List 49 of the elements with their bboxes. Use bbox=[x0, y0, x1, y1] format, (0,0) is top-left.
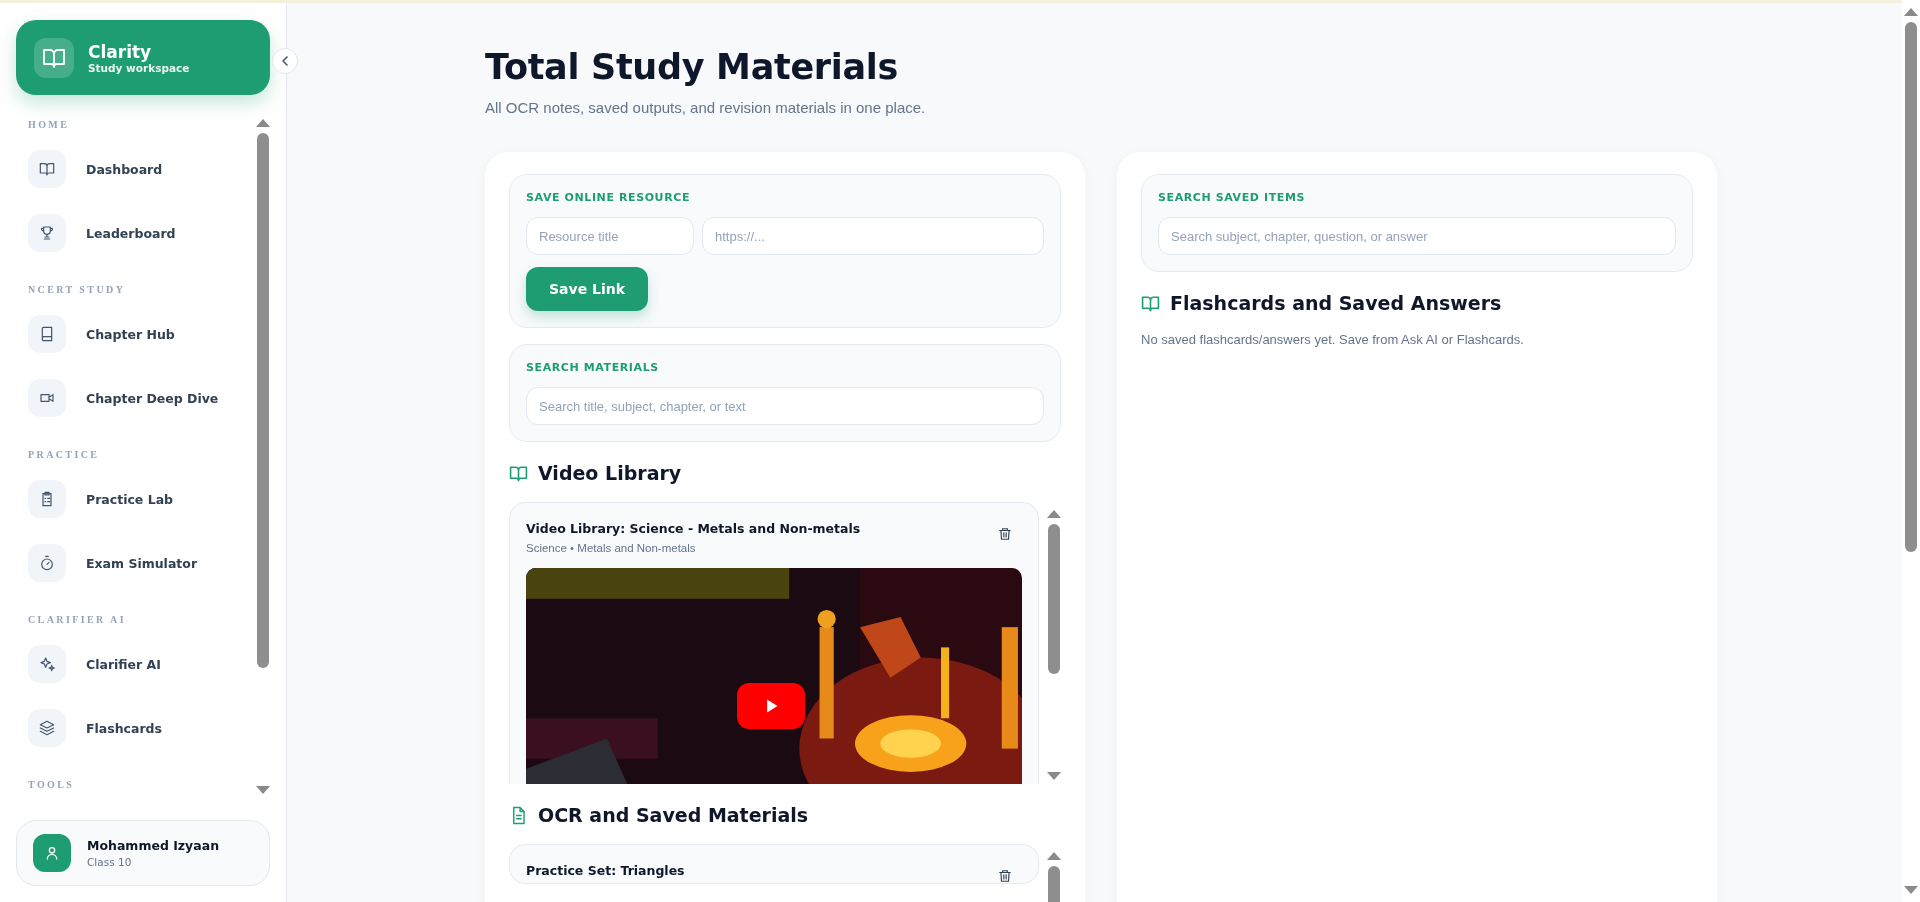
book-icon bbox=[1141, 293, 1160, 313]
app-name: Clarity bbox=[88, 41, 153, 62]
nav-item[interactable]: Chapter Deep Dive bbox=[28, 379, 256, 417]
user-class: Class 10 bbox=[87, 856, 133, 868]
page-subtitle: All OCR notes, saved outputs, and revision materials in one place. bbox=[485, 99, 927, 116]
app-tagline: Study workspace bbox=[88, 61, 190, 74]
item-title: Practice Set: Triangles bbox=[526, 863, 685, 878]
panel-label: SAVE ONLINE RESOURCE bbox=[526, 191, 691, 204]
page-title: Total Study Materials bbox=[485, 47, 900, 87]
panel-label: SEARCH SAVED ITEMS bbox=[1158, 191, 1306, 204]
nav-item[interactable]: Dashboard bbox=[28, 150, 256, 188]
section-label: NCERT STUDY bbox=[28, 284, 127, 295]
book-icon bbox=[39, 161, 55, 177]
panel-label: SEARCH MATERIALS bbox=[526, 361, 660, 374]
nav-item[interactable]: Chapter Hub bbox=[28, 315, 256, 353]
item-title: Video Library: Science - Metals and Non-metals bbox=[526, 521, 861, 536]
section-label: HOME bbox=[28, 119, 71, 130]
search-field[interactable]: Search subject, chapter, question, or answer bbox=[1158, 217, 1676, 255]
nav-item[interactable]: Exam Simulator bbox=[28, 544, 256, 582]
clipboard-icon bbox=[39, 491, 55, 507]
section-label: PRACTICE bbox=[28, 449, 101, 460]
play-button[interactable] bbox=[737, 683, 805, 729]
nav-item[interactable]: Flashcards bbox=[28, 709, 256, 747]
section-label: CLARIFIER AI bbox=[28, 614, 127, 625]
book-icon bbox=[34, 37, 74, 78]
trophy-icon bbox=[39, 225, 55, 241]
user-name: Mohammed Izyaan bbox=[87, 838, 220, 853]
nav-item[interactable]: Clarifier AI bbox=[28, 645, 256, 683]
user-card[interactable]: Mohammed Izyaan Class 10 bbox=[16, 820, 270, 886]
trash-icon[interactable] bbox=[998, 527, 1012, 541]
url-field[interactable]: https://... bbox=[702, 217, 1044, 255]
section-heading: OCR and Saved Materials bbox=[538, 804, 809, 826]
section-label: TOOLS bbox=[28, 779, 76, 790]
section-heading: Flashcards and Saved Answers bbox=[1170, 292, 1502, 314]
book-icon bbox=[509, 463, 528, 483]
scrollbar[interactable] bbox=[1902, 0, 1920, 902]
notebook-icon bbox=[39, 326, 55, 342]
resource-title-field[interactable]: Resource title bbox=[526, 217, 694, 255]
stopwatch-icon bbox=[39, 555, 55, 571]
item-meta: Science • Metals and Non-metals bbox=[526, 542, 697, 554]
sparkles-icon bbox=[39, 656, 55, 672]
nav-item[interactable]: Leaderboard bbox=[28, 214, 256, 252]
trash-icon[interactable] bbox=[998, 869, 1012, 883]
search-field[interactable]: Search title, subject, chapter, or text bbox=[526, 387, 1044, 425]
layers-icon bbox=[39, 720, 55, 736]
avatar-icon bbox=[33, 834, 71, 872]
nav-item[interactable]: Practice Lab bbox=[28, 480, 256, 518]
empty-message: No saved flashcards/answers yet. Save from Ask AI or Flashcards. bbox=[1141, 332, 1525, 347]
section-heading: Video Library bbox=[538, 462, 682, 484]
